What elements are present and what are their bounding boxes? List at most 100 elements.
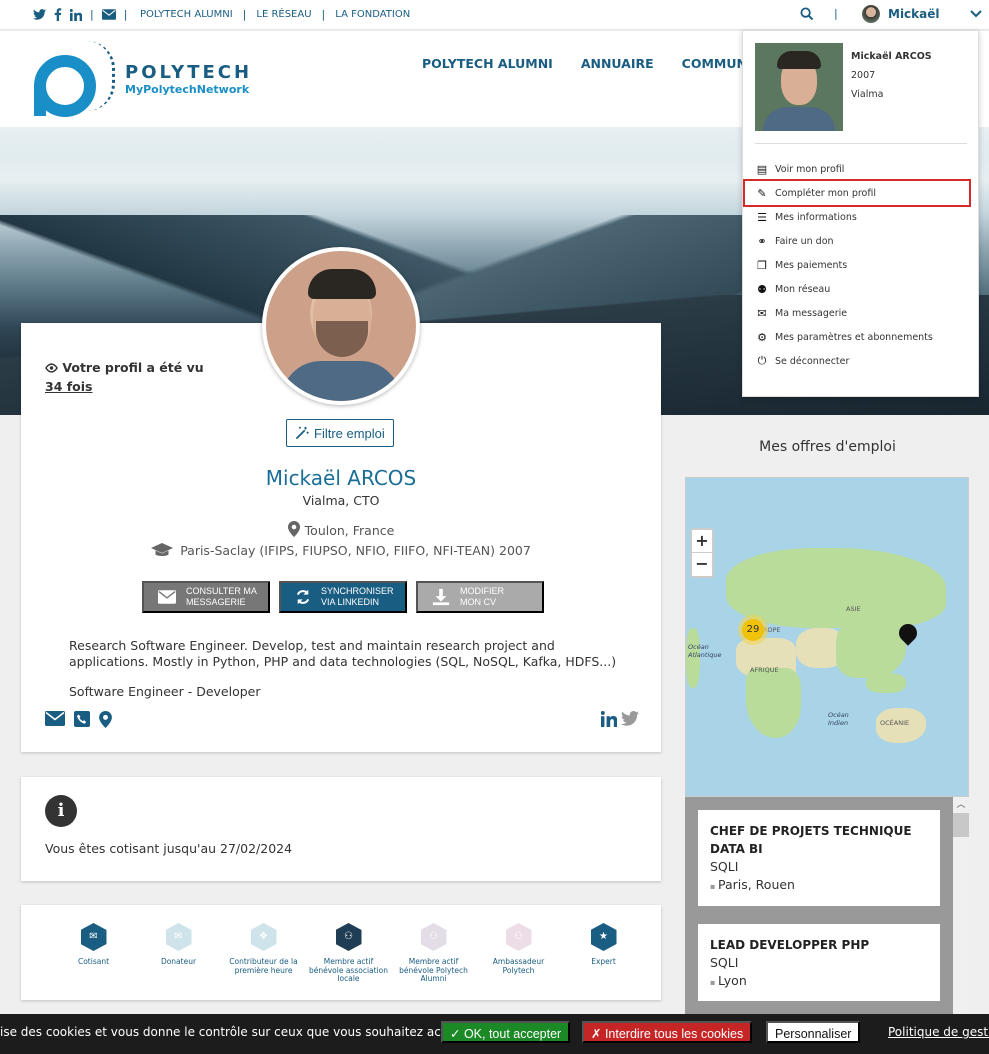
user-dropdown-menu: Mickaël ARCOS 2007 Vialma ▤ Voir mon prof… [742, 30, 979, 397]
scrollbar-thumb[interactable] [953, 813, 969, 837]
profile-location: Toulon, France [21, 521, 661, 538]
linkedin-icon[interactable] [601, 711, 617, 727]
badges-card: ✉ Cotisant ✉ Donateur ❖ Contributeur de la … [21, 905, 661, 1000]
top-link-reseau[interactable]: LE RÉSEAU [256, 9, 311, 20]
badge-expert[interactable]: ★ Expert [561, 923, 646, 984]
job-item[interactable]: LEAD DEVELOPPER PHP SQLI Lyon [698, 924, 940, 1001]
phone-icon[interactable] [74, 711, 90, 728]
facebook-icon[interactable] [54, 8, 62, 21]
badge-label: Ambassadeur Polytech [492, 957, 545, 975]
twitter-icon[interactable] [33, 9, 46, 20]
user-name: Mickaël [888, 7, 940, 21]
menu-item-label: Mes paramètres et abonnements [775, 331, 933, 343]
site-logo[interactable]: POLYTECH MyPolytechNetwork [32, 41, 253, 117]
divider [755, 143, 967, 144]
jobs-map[interactable]: + − ASIE EUROPE AFRIQUE Océan Atlantique… [685, 477, 969, 797]
profile-views: Votre profil a été vu 34 fois [45, 360, 204, 394]
job-filter-label: Filtre emploi [314, 425, 385, 441]
badge-label: Membre actif bénévole Polytech Alumni [399, 957, 468, 983]
badge-cotisant[interactable]: ✉ Cotisant [51, 923, 136, 984]
open-messaging-line1: CONSULTER MA [186, 586, 257, 597]
search-icon[interactable] [800, 7, 814, 21]
menu-item-mes-informations[interactable]: ☰ Mes informations [755, 205, 969, 229]
profile-location-text: Toulon, France [304, 523, 395, 538]
menu-item-ma-messagerie[interactable]: ✉ Ma messagerie [755, 301, 969, 325]
user-menu-toggle[interactable]: Mickaël [862, 5, 982, 23]
job-item[interactable]: CHEF DE PROJETS TECHNIQUE DATA BI SQLI P… [698, 810, 940, 906]
magic-wand-icon [295, 426, 309, 440]
menu-item-parametres[interactable]: ⚙ Mes paramètres et abonnements [755, 325, 969, 349]
membership-text: Vous êtes cotisant jusqu'au 27/02/2024 [45, 841, 293, 856]
sync-linkedin-line1: SYNCHRONISER [321, 586, 394, 597]
job-location: Paris, Rouen [710, 876, 928, 896]
cluster-count: 29 [742, 619, 764, 641]
badge-donateur[interactable]: ✉ Donateur [136, 923, 221, 984]
contact-icons [45, 711, 112, 728]
menu-item-mon-reseau[interactable]: ⚉ Mon réseau [755, 277, 969, 301]
cookie-customize-button[interactable]: Personnaliser [766, 1021, 861, 1043]
menu-item-completer-profil[interactable]: ✎ Compléter mon profil [743, 179, 971, 207]
map-label: AFRIQUE [750, 666, 779, 674]
map-label: OCÉANIE [880, 719, 910, 727]
logo-mark [32, 41, 117, 117]
profile-views-count[interactable]: 34 fois [45, 379, 204, 394]
profile-photo[interactable] [262, 247, 420, 405]
badge-label: Contributeur de la première heure [229, 957, 298, 975]
jobs-title: Mes offres d'emploi [759, 439, 896, 455]
profile-views-label: Votre profil a été vu [62, 360, 204, 375]
dropdown-avatar [755, 43, 843, 131]
menu-item-faire-un-don[interactable]: ⚭ Faire un don [755, 229, 969, 253]
gear-icon: ⚙ [757, 330, 767, 344]
twitter-icon[interactable] [621, 711, 639, 727]
menu-item-voir-profil[interactable]: ▤ Voir mon profil [755, 157, 969, 181]
badge-ambassadeur[interactable]: ⚇ Ambassadeur Polytech [476, 923, 561, 984]
zoom-out-button[interactable]: − [692, 553, 712, 576]
nav-item-annuaire[interactable]: ANNUAIRE [581, 56, 654, 71]
sync-linkedin-line2: VIA LINKEDIN [321, 597, 380, 607]
badge-icon: ★ [590, 923, 617, 951]
top-bar: | | POLYTECH ALUMNI | LE RÉSEAU | LA FON… [0, 0, 989, 30]
badge-membre-association[interactable]: ⚇ Membre actif bénévole association local… [306, 923, 391, 984]
menu-item-mes-paiements[interactable]: ❐ Mes paiements [755, 253, 969, 277]
profile-school: Paris-Saclay (IFIPS, FIUPSO, NFIO, FIIFO… [21, 543, 661, 558]
badge-contributeur[interactable]: ❖ Contributeur de la première heure [221, 923, 306, 984]
open-messaging-line2: MESSAGERIE [186, 597, 246, 607]
profile-actions: CONSULTER MA MESSAGERIE SYNCHRONISER VIA L… [142, 581, 544, 613]
job-title: CHEF DE PROJETS TECHNIQUE DATA BI [710, 824, 912, 856]
linkedin-icon[interactable] [70, 8, 82, 21]
users-icon: ⚉ [757, 282, 767, 296]
cookie-deny-button[interactable]: ✗ Interdire tous les cookies [582, 1021, 753, 1043]
dropdown-user-company: Vialma [851, 89, 884, 100]
map-label: Océan Atlantique [688, 643, 722, 659]
download-icon [432, 588, 450, 606]
top-link-fondation[interactable]: LA FONDATION [335, 9, 410, 20]
envelope-icon[interactable] [45, 711, 65, 728]
edit-icon: ✎ [757, 186, 767, 200]
chevron-up-icon[interactable]: ︿ [953, 797, 969, 811]
edit-cv-line1: MODIFIER [460, 586, 504, 597]
profile-school-text: Paris-Saclay (IFIPS, FIUPSO, NFIO, FIIFO… [180, 543, 531, 558]
badge-icon: ✉ [80, 923, 107, 951]
zoom-in-button[interactable]: + [692, 530, 712, 553]
separator: | [834, 7, 838, 20]
open-messaging-button[interactable]: CONSULTER MA MESSAGERIE [142, 581, 270, 613]
job-filter-button[interactable]: Filtre emploi [286, 419, 394, 447]
edit-cv-button[interactable]: MODIFIER MON CV [416, 581, 544, 613]
sync-linkedin-button[interactable]: SYNCHRONISER VIA LINKEDIN [279, 581, 407, 613]
menu-item-deconnecter[interactable]: ⏻ Se déconnecter [755, 349, 969, 373]
job-cluster-marker[interactable]: 29 [738, 615, 768, 645]
map-marker-icon[interactable] [99, 711, 112, 728]
cookie-accept-button[interactable]: ✓ OK, tout accepter [441, 1021, 571, 1043]
cookie-policy-link[interactable]: Politique de gestio [888, 1025, 989, 1039]
nav-item-polytech-alumni[interactable]: POLYTECH ALUMNI [422, 56, 553, 71]
envelope-icon [158, 590, 176, 604]
envelope-icon[interactable] [101, 9, 116, 20]
logo-title: POLYTECH [125, 61, 253, 83]
map-label: Océan Indien [828, 711, 849, 727]
membership-card: i Vous êtes cotisant jusqu'au 27/02/2024 [21, 777, 661, 881]
handshake-icon: ⚭ [757, 234, 767, 248]
separator: | [242, 8, 247, 21]
job-list-scrollbar[interactable]: ︿ [953, 797, 969, 1014]
top-link-polytech-alumni[interactable]: POLYTECH ALUMNI [140, 9, 233, 20]
badge-membre-alumni[interactable]: ⚇ Membre actif bénévole Polytech Alumni [391, 923, 476, 984]
